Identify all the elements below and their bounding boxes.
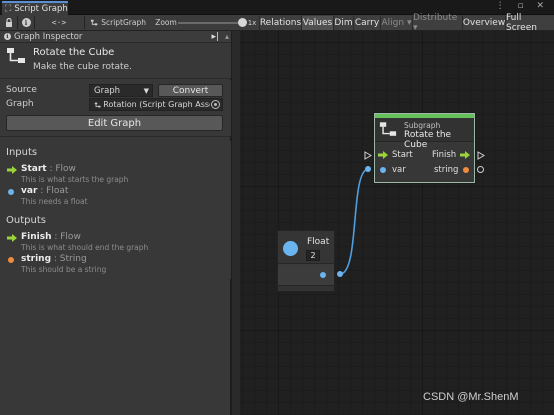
scroll-up-icon[interactable]: ▴ <box>225 32 229 41</box>
float-value-field[interactable]: 2 <box>306 250 320 261</box>
port-name: var <box>21 186 38 196</box>
script-graph-icon <box>379 122 397 136</box>
zoom-label: Zoom <box>155 18 177 27</box>
node-in-flow-label: Start <box>392 150 413 160</box>
info-icon: ℹ <box>4 33 11 40</box>
output-port-finish: Finish : Flow This is what should end th… <box>0 231 231 253</box>
fullscreen-button[interactable]: Full Screen <box>505 13 554 33</box>
inputs-section: Inputs Start : Flow This is what starts … <box>0 141 231 211</box>
float-node-header: Float 2 <box>278 231 334 264</box>
port-name: Start <box>21 164 47 174</box>
port-name: string <box>21 254 52 264</box>
relations-button[interactable]: Relations <box>259 16 301 30</box>
connection-endpoint-icon <box>337 271 343 277</box>
script-graph-icon <box>94 102 101 107</box>
graph-summary: Make the cube rotate. <box>33 62 132 72</box>
node-kind: Subgraph <box>404 121 441 130</box>
tab-label: Script Graph <box>14 4 68 14</box>
info-icon[interactable]: ℹ <box>19 15 33 30</box>
subgraph-in-value-port-icon[interactable] <box>365 166 371 172</box>
script-graph-icon <box>7 48 25 63</box>
code-icon[interactable]: <·> <box>50 15 68 30</box>
port-type: : Flow <box>46 164 76 174</box>
float-output-port-icon[interactable] <box>320 272 326 278</box>
carry-button[interactable]: Carry <box>353 16 380 30</box>
input-port-var: var : Float This needs a float <box>0 185 231 207</box>
port-description: This is what starts the graph <box>21 175 129 184</box>
convert-button[interactable]: Convert <box>158 84 223 97</box>
output-port-string: string : String This should be a string <box>0 253 231 275</box>
pin-panel-icon[interactable]: ▸| <box>211 32 219 42</box>
overview-button[interactable]: Overview <box>462 16 505 30</box>
subgraph-out-flow-port-icon[interactable] <box>477 151 485 160</box>
float-port-icon <box>8 189 14 195</box>
graph-title-section: Rotate the Cube Make the cube rotate. <box>0 43 231 79</box>
float-literal-node[interactable]: Float 2 <box>277 230 335 292</box>
flow-arrow-icon <box>378 151 388 159</box>
zoom-slider-track[interactable] <box>178 22 242 24</box>
outputs-section: Outputs Finish : Flow This is what shoul… <box>0 209 231 279</box>
node-in-value-label: var <box>392 165 406 175</box>
watermark: CSDN @Mr.ShenM <box>423 391 519 403</box>
node-out-flow-label: Finish <box>432 150 457 160</box>
breadcrumb-graph-name: ScriptGraph <box>101 18 146 27</box>
script-graph-icon <box>90 19 98 26</box>
graph-label: Graph <box>6 99 34 109</box>
subgraph-in-flow-port-icon[interactable] <box>364 151 372 160</box>
edit-graph-button[interactable]: Edit Graph <box>6 115 223 131</box>
port-description: This is what should end the graph <box>21 243 149 252</box>
lock-icon[interactable] <box>2 15 16 30</box>
graph-asset-value: Rotation (Script Graph Asset) <box>103 100 210 109</box>
object-picker-icon[interactable] <box>211 100 220 109</box>
tab-script-graph[interactable]: ⛶ Script Graph <box>2 1 68 15</box>
inspector-header-label: Graph Inspector <box>14 31 83 42</box>
inputs-header: Inputs <box>6 147 38 158</box>
graph-canvas[interactable]: Subgraph Rotate the Cube Start Finish va… <box>232 31 554 415</box>
port-name: Finish <box>21 232 52 242</box>
port-description: This needs a float <box>21 197 88 206</box>
float-port-icon <box>380 167 386 173</box>
string-port-icon <box>463 167 469 173</box>
flow-arrow-icon <box>7 234 17 242</box>
port-type: : String <box>51 254 87 264</box>
subgraph-out-value-port-icon[interactable] <box>477 166 484 173</box>
port-type: : Float <box>37 186 69 196</box>
flow-arrow-icon <box>7 166 17 174</box>
graph-asset-field[interactable]: Rotation (Script Graph Asset) <box>89 98 223 111</box>
inspector-header: ℹ Graph Inspector ▸| ▴ <box>0 31 231 43</box>
port-type: : Flow <box>51 232 81 242</box>
float-output-row <box>278 265 334 285</box>
chevron-down-icon: ▼ <box>143 86 149 95</box>
dim-button[interactable]: Dim <box>333 16 353 30</box>
graph-title: Rotate the Cube <box>33 47 115 58</box>
distribute-dropdown[interactable]: Distribute ▾ <box>412 13 462 33</box>
float-type-icon <box>283 241 298 256</box>
outputs-header: Outputs <box>6 215 46 226</box>
window-controls[interactable]: ⋮ ▫ ✕ <box>496 1 549 11</box>
graph-toolbar: ℹ <·> ScriptGraph Zoom 1x Relations Valu… <box>0 13 554 33</box>
flow-arrow-icon <box>460 151 470 159</box>
graph-tab-icon: ⛶ <box>5 3 12 14</box>
source-label: Source <box>6 85 37 95</box>
string-port-icon <box>8 257 14 263</box>
connection-wire <box>339 168 369 275</box>
subgraph-node[interactable]: Subgraph Rotate the Cube Start Finish va… <box>374 113 475 183</box>
port-description: This should be a string <box>21 265 107 274</box>
node-out-value-label: string <box>434 165 459 175</box>
input-port-start: Start : Flow This is what starts the gra… <box>0 163 231 185</box>
align-dropdown[interactable]: Align ▾ <box>380 16 412 30</box>
subgraph-header: Subgraph Rotate the Cube <box>375 118 474 150</box>
graph-inspector-panel: ℹ Graph Inspector ▸| ▴ Rotate the Cube M… <box>0 31 231 415</box>
source-dropdown[interactable]: Graph ▼ <box>89 84 153 97</box>
node-title: Float <box>307 237 330 247</box>
source-dropdown-value: Graph <box>94 85 121 96</box>
node-title: Rotate the Cube <box>404 130 452 150</box>
values-button[interactable]: Values <box>301 16 333 30</box>
graph-source-section: Source Graph ▼ Convert Graph Rotation (S… <box>0 80 231 137</box>
breadcrumb[interactable]: ScriptGraph <box>90 15 146 30</box>
zoom-value: 1x <box>247 18 257 27</box>
window-title-bar: ⛶ Script Graph ⋮ ▫ ✕ <box>0 0 554 15</box>
float-node-footer <box>278 285 334 291</box>
